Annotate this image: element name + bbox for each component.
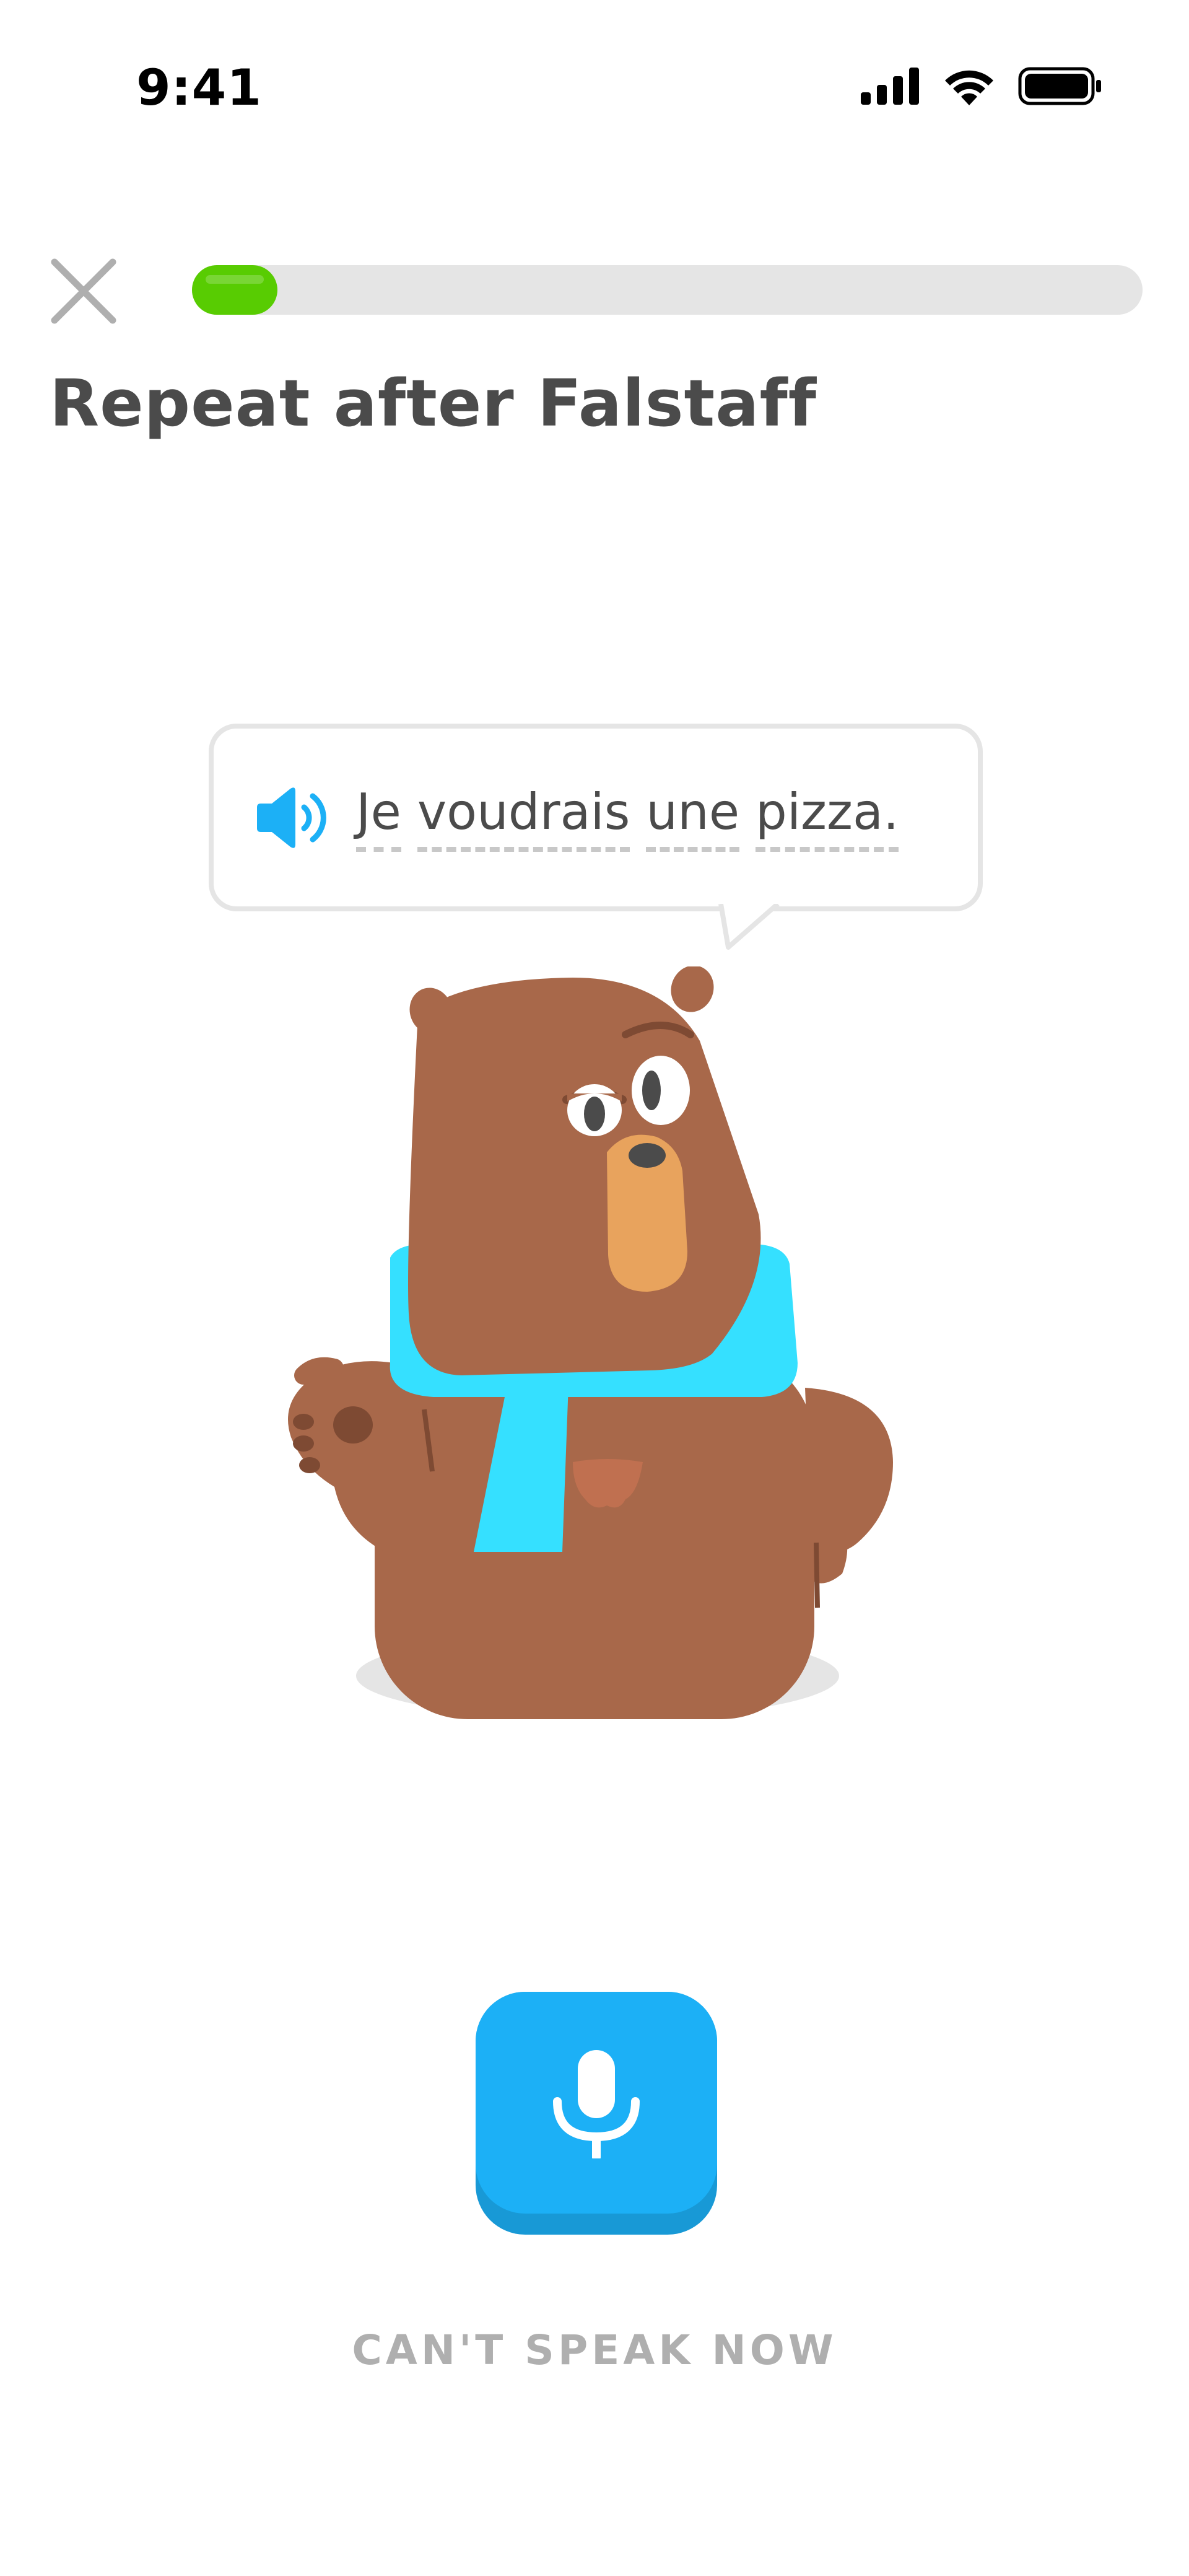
prompt-word[interactable]: Je: [356, 786, 401, 852]
play-audio-button[interactable]: [251, 778, 350, 858]
cant-speak-now-button[interactable]: CAN'T SPEAK NOW: [0, 2326, 1189, 2374]
prompt-sentence: Je voudrais une pizza.: [356, 786, 899, 852]
progress-shine: [206, 275, 264, 284]
microphone-button[interactable]: [476, 1992, 717, 2235]
close-icon: [51, 258, 116, 324]
microphone-icon: [553, 2050, 640, 2158]
falstaff-bear-illustration: [288, 966, 893, 1719]
page-title: Repeat after Falstaff: [50, 366, 817, 441]
status-icons: [861, 67, 1102, 105]
microphone-button-face: [476, 1992, 717, 2214]
lesson-progress-bar: [192, 265, 1143, 315]
speech-bubble: Je voudrais une pizza.: [209, 724, 983, 911]
cellular-signal-icon: [861, 68, 919, 105]
status-time: 9:41: [136, 59, 262, 116]
prompt-word[interactable]: voudrais: [417, 786, 630, 852]
close-button[interactable]: [43, 251, 124, 331]
prompt-word[interactable]: une: [646, 786, 740, 852]
wifi-icon: [945, 70, 993, 105]
speaker-icon: [257, 787, 326, 848]
lesson-screen: 9:41 Repeat after Falstaff Je voudrais u…: [0, 0, 1189, 2576]
battery-icon: [1018, 67, 1101, 105]
prompt-word[interactable]: pizza.: [756, 786, 899, 852]
speech-bubble-tail: [718, 901, 780, 950]
lesson-progress-fill: [192, 265, 278, 315]
